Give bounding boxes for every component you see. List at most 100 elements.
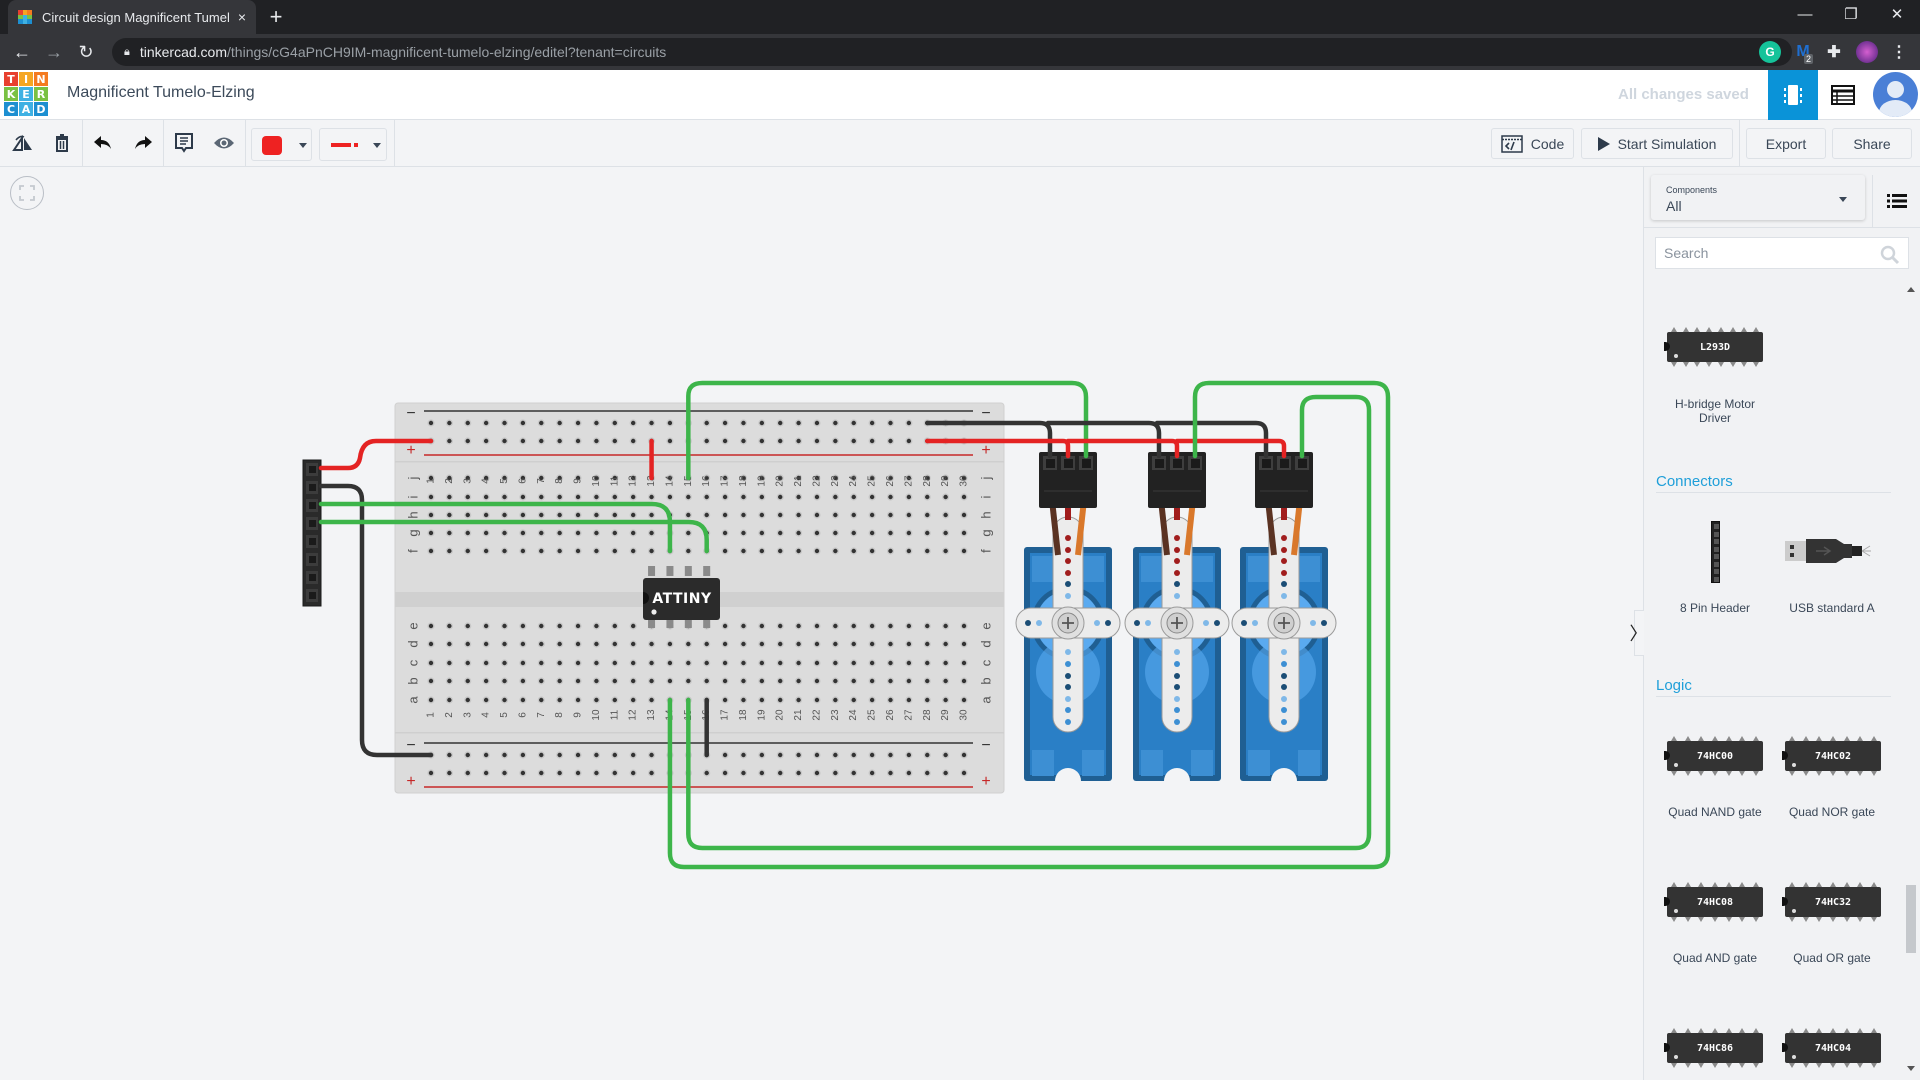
scroll-down-icon[interactable] — [1907, 1066, 1915, 1071]
breadboard-hole — [557, 623, 562, 629]
servo-motor[interactable] — [1124, 452, 1230, 781]
breadboard-hole — [722, 697, 728, 703]
component-label: Quad NAND gate — [1668, 805, 1762, 819]
usb-standard-a-icon[interactable] — [1784, 536, 1884, 566]
servo-horn-hole — [1281, 547, 1287, 553]
component-label: Quad AND gate — [1672, 951, 1758, 965]
reload-icon[interactable]: ↻ — [72, 38, 100, 66]
redo-button[interactable] — [128, 128, 158, 158]
eye-icon — [214, 137, 234, 149]
breadboard-hole — [612, 494, 617, 500]
tab-close-icon[interactable]: × — [238, 9, 246, 25]
breadboard-hole — [869, 512, 875, 518]
components-filter-dropdown[interactable]: Components All — [1651, 175, 1865, 220]
servo-motor[interactable] — [1015, 452, 1121, 781]
breadboard-hole — [428, 641, 434, 647]
breadboard-hole — [888, 512, 893, 518]
forward-icon[interactable]: → — [40, 38, 68, 66]
rail-hole — [833, 770, 838, 776]
rail-hole — [759, 420, 765, 426]
delete-button[interactable] — [47, 128, 77, 158]
breadboard-hole — [851, 678, 856, 684]
breadboard-hole — [649, 678, 654, 684]
component-search-input[interactable] — [1655, 237, 1909, 269]
breadboard-hole — [722, 512, 728, 518]
collapse-panel-button[interactable]: 〉 — [1630, 610, 1648, 656]
breadboard-hole — [539, 548, 544, 554]
breadboard-hole — [759, 697, 765, 703]
74hc02-chip-icon[interactable]: 74HC02 — [1782, 736, 1881, 776]
breadboard-hole — [447, 641, 452, 647]
address-bar[interactable]: 🔒︎ tinkercad.com /things/cG4aPnCH9IM-mag… — [112, 38, 1792, 66]
servo-horn-hole — [1214, 620, 1220, 626]
rail-hole — [483, 420, 489, 426]
74hc32-chip-icon[interactable]: 74HC32 — [1782, 882, 1881, 922]
browser-tab[interactable]: Circuit design Magnificent Tumel × — [8, 0, 256, 34]
breadboard-hole — [704, 641, 709, 647]
breadboard-hole — [630, 623, 636, 629]
back-icon[interactable]: ← — [8, 38, 36, 66]
circuit-view-button[interactable] — [1768, 70, 1818, 120]
rotate-button[interactable] — [8, 128, 38, 158]
start-simulation-button[interactable]: Start Simulation — [1581, 128, 1733, 159]
breadboard-hole — [630, 697, 636, 703]
rail-hole — [520, 770, 526, 776]
l293d-chip-icon[interactable]: L293D — [1664, 327, 1763, 367]
breadboard-hole — [649, 641, 654, 647]
extensions-puzzle-icon[interactable]: ✚ — [1823, 41, 1845, 63]
breadboard-hole — [869, 530, 875, 536]
rail-hole — [483, 438, 489, 444]
74hc86-chip-icon[interactable]: 74HC86 — [1664, 1028, 1763, 1068]
wire-style-dropdown[interactable] — [319, 128, 387, 161]
browser-menu-icon[interactable]: ⋮ — [1888, 41, 1910, 63]
breadboard-hole — [778, 530, 783, 536]
rail-sign: + — [981, 773, 990, 790]
notes-button[interactable] — [169, 128, 199, 158]
rail-hole — [575, 770, 581, 776]
breadboard-hole — [630, 660, 636, 666]
visibility-button[interactable] — [209, 128, 239, 158]
export-button[interactable]: Export — [1746, 128, 1826, 159]
search-icon[interactable] — [1880, 245, 1900, 265]
minimize-button[interactable]: — — [1782, 0, 1828, 34]
new-tab-button[interactable]: + — [262, 4, 290, 32]
restore-button[interactable]: ❐ — [1828, 0, 1874, 34]
rail-hole — [502, 438, 507, 444]
close-window-button[interactable]: ✕ — [1874, 0, 1920, 34]
rail-hole — [961, 752, 967, 758]
share-button[interactable]: Share — [1832, 128, 1912, 159]
row-label: f — [979, 549, 994, 553]
undo-button[interactable] — [88, 128, 118, 158]
list-view-toggle[interactable] — [1872, 175, 1920, 227]
breadboard-hole — [704, 512, 709, 518]
column-number: 16 — [701, 475, 712, 487]
rail-hole — [502, 770, 507, 776]
8-pin-header-icon[interactable] — [1711, 521, 1720, 583]
rail-hole — [575, 420, 581, 426]
breadboard-hole — [539, 512, 544, 518]
servo-mount — [1248, 556, 1270, 582]
breadboard-hole — [851, 494, 856, 500]
tinkercad-logo[interactable]: T I N K E R C A D — [4, 72, 48, 116]
74hc00-chip-icon[interactable]: 74HC00 — [1664, 736, 1763, 776]
breadboard-hole — [722, 494, 728, 500]
74hc04-chip-icon[interactable]: 74HC04 — [1782, 1028, 1881, 1068]
user-avatar[interactable] — [1873, 72, 1918, 117]
servo-horn-hole — [1065, 593, 1071, 599]
profile-avatar[interactable] — [1856, 41, 1878, 63]
breadboard-hole — [906, 494, 912, 500]
column-number: 6 — [517, 478, 528, 484]
breadboard-hole — [575, 530, 581, 536]
74hc08-chip-icon[interactable]: 74HC08 — [1664, 882, 1763, 922]
scroll-up-icon[interactable] — [1907, 287, 1915, 292]
toolbar-divider — [1739, 120, 1740, 167]
panel-scrollbar-thumb[interactable] — [1906, 885, 1916, 953]
breadboard-hole — [465, 641, 470, 647]
rail-hole — [943, 752, 948, 758]
wire-color-dropdown[interactable] — [251, 128, 312, 161]
component-list-view-button[interactable] — [1818, 70, 1868, 120]
grammarly-extension-icon[interactable]: G — [1759, 41, 1781, 63]
code-button[interactable]: Code — [1491, 128, 1574, 159]
servo-motor[interactable] — [1231, 452, 1337, 781]
design-title[interactable]: Magnificent Tumelo-Elzing — [67, 84, 255, 102]
